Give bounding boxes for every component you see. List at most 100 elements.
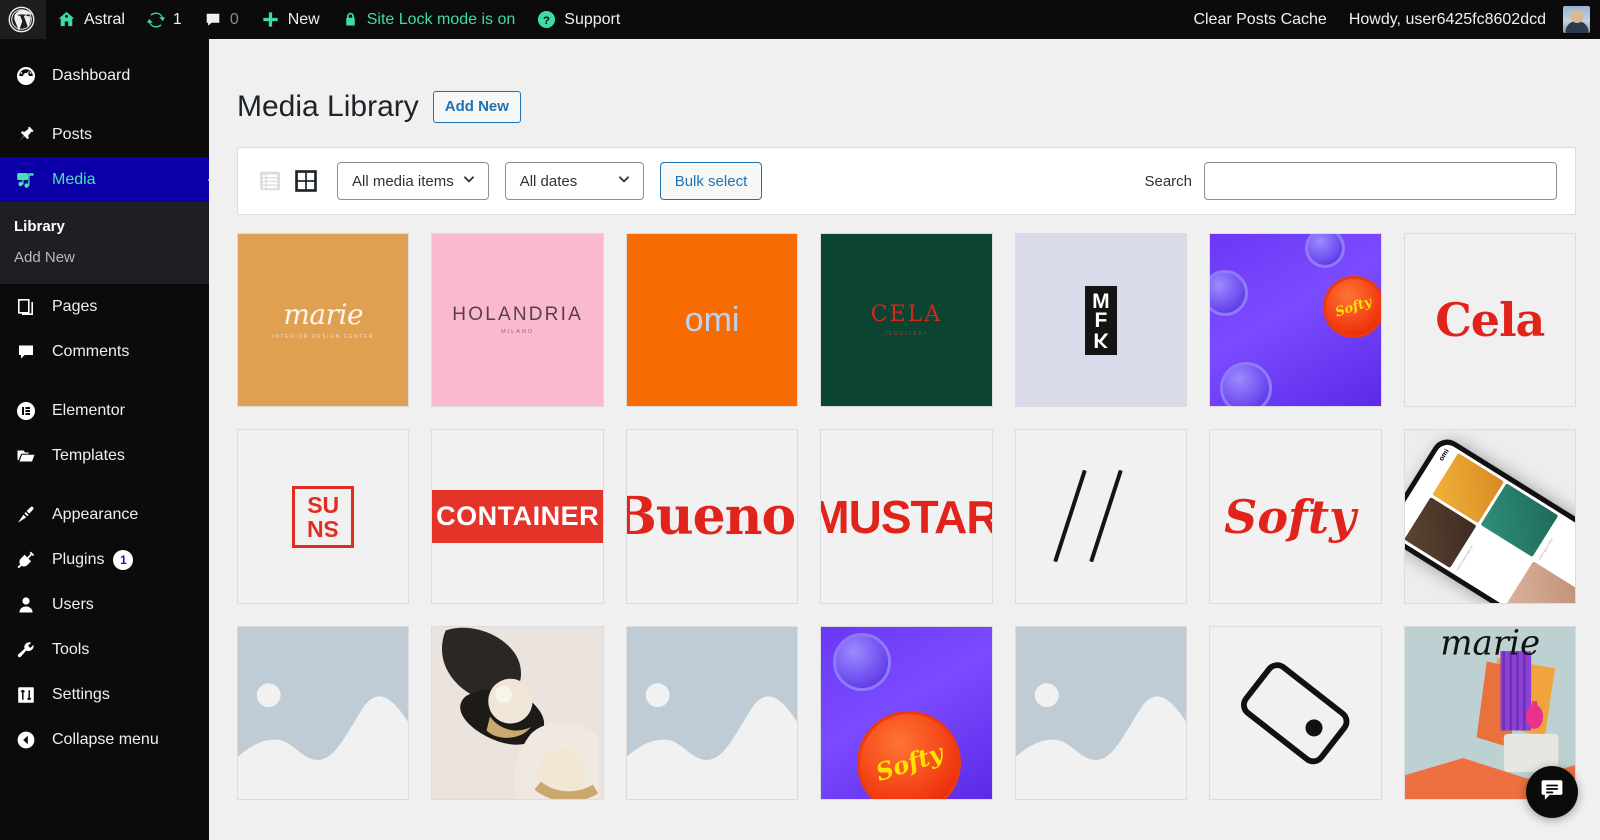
image-placeholder-icon [238, 626, 409, 798]
chevron-down-icon [617, 172, 631, 190]
sidebar-item-dashboard[interactable]: Dashboard [0, 53, 209, 98]
brand-lockup: HOLANDRIA MILANO [452, 305, 583, 336]
search-input[interactable] [1204, 162, 1557, 200]
phone-screen: omi Lorem ipsum dolor sit Lorem ipsum do… [1404, 440, 1575, 603]
brand-lockup: omi [685, 303, 740, 337]
chat-widget-button[interactable] [1526, 766, 1578, 818]
sidebar-item-plugins[interactable]: Plugins 1 [0, 537, 209, 582]
media-item-marie-orange[interactable]: marie INTERIOR DESIGN CENTER [237, 233, 410, 408]
comments-button[interactable]: 0 [193, 0, 250, 39]
sidebar-item-collapse-menu[interactable]: Collapse menu [0, 717, 209, 762]
clear-posts-cache-button[interactable]: Clear Posts Cache [1182, 0, 1337, 39]
double-slash-mark [1016, 430, 1186, 602]
sidebar-item-appearance[interactable]: Appearance [0, 492, 209, 537]
suns-logo: SU SN [292, 485, 355, 548]
pages-icon [14, 295, 38, 319]
brand-lockup: Cela [1435, 293, 1545, 348]
date-filter-value: All dates [519, 172, 578, 190]
brand-subtitle: INTERIOR DESIGN CENTER [272, 333, 375, 340]
submenu-item-library[interactable]: Library [0, 211, 209, 242]
admin-bar: Astral 1 0 New Site Lock mode is on ? Su… [0, 0, 1600, 39]
sidebar-item-label: Appearance [52, 505, 139, 523]
sidebar-item-elementor[interactable]: Elementor [0, 388, 209, 433]
sidebar-item-label: Elementor [52, 401, 125, 419]
collapse-arrow-icon [14, 728, 38, 752]
media-item-phone-mockup[interactable]: omi Lorem ipsum dolor sit Lorem ipsum do… [1403, 429, 1576, 604]
media-item-tag-outline[interactable] [1209, 625, 1382, 801]
site-lock-label: Site Lock mode is on [366, 10, 516, 28]
site-name-button[interactable]: Astral [46, 0, 136, 39]
comment-bubble-icon [204, 11, 222, 29]
media-item-mustard[interactable]: MUSTARD [820, 429, 993, 604]
softy-mark: Softy [872, 738, 947, 788]
media-item-holandria[interactable]: HOLANDRIA MILANO [431, 233, 604, 408]
sidebar-item-templates[interactable]: Templates [0, 433, 209, 478]
brand-word: MUSTARD [821, 490, 991, 543]
media-item-omi[interactable]: omi [625, 233, 799, 408]
tag-outline-mark [1241, 662, 1350, 765]
admin-sidebar: Dashboard Posts Media Library Add New Pa… [0, 39, 209, 840]
sidebar-item-settings[interactable]: Settings [0, 672, 209, 717]
suns-top: SU [307, 491, 340, 518]
help-icon: ? [537, 10, 556, 29]
sidebar-item-label: Posts [52, 125, 93, 143]
brand-word: Cela [1435, 293, 1545, 348]
media-type-filter[interactable]: All media items [337, 162, 489, 200]
brand-lockup: marie INTERIOR DESIGN CENTER [272, 300, 375, 340]
plus-icon [261, 10, 280, 29]
sidebar-item-comments[interactable]: Comments [0, 329, 209, 374]
sidebar-item-posts[interactable]: Posts [0, 112, 209, 157]
media-item-bottle-cap-softy[interactable]: Softy [820, 625, 993, 801]
folder-icon [14, 444, 38, 468]
add-new-button[interactable]: Add New [432, 91, 521, 123]
avatar [1563, 6, 1590, 33]
sidebar-item-label: Collapse menu [52, 730, 159, 748]
list-view-icon[interactable] [256, 167, 284, 195]
wordpress-logo-button[interactable] [0, 0, 46, 39]
sidebar-item-label: Tools [52, 640, 90, 658]
media-item-placeholder-2[interactable] [625, 625, 799, 801]
media-item-pearls[interactable] [431, 625, 604, 801]
support-button[interactable]: ? Support [526, 0, 631, 39]
updates-icon [146, 11, 165, 29]
submenu-item-add-new[interactable]: Add New [0, 242, 209, 273]
media-item-suns[interactable]: SU SN [237, 429, 410, 604]
page-header: Media Library Add New [209, 39, 1600, 125]
paintbrush-icon [14, 503, 38, 527]
image-placeholder-icon [626, 626, 798, 798]
media-item-cela-green[interactable]: CELA JEWELLERY [820, 233, 993, 408]
media-item-cela-red[interactable]: Cela [1403, 233, 1576, 408]
bulk-select-button[interactable]: Bulk select [659, 162, 763, 200]
media-item-placeholder-3[interactable] [1014, 625, 1188, 801]
date-filter[interactable]: All dates [504, 162, 644, 200]
comments-count: 0 [229, 10, 239, 28]
mfk-logo: M F K [1085, 285, 1117, 355]
media-item-container[interactable]: CONTAINER [431, 429, 604, 604]
sidebar-item-tools[interactable]: Tools [0, 627, 209, 672]
wrench-icon [14, 638, 38, 662]
media-item-slashes[interactable] [1014, 429, 1188, 604]
media-item-bottle-caps-purple[interactable]: Softy [1209, 233, 1382, 408]
softy-mark: Softy [1333, 294, 1374, 320]
sidebar-item-pages[interactable]: Pages [0, 284, 209, 329]
media-item-bueno[interactable]: Bueno [625, 429, 799, 604]
sidebar-item-users[interactable]: Users [0, 582, 209, 627]
sidebar-item-label: Pages [52, 297, 98, 315]
media-item-placeholder-1[interactable] [237, 625, 410, 801]
image-placeholder-icon [1015, 626, 1187, 798]
my-account-button[interactable]: Howdy, user6425fc8602dcd [1338, 0, 1600, 39]
media-item-softy[interactable]: Softy [1209, 429, 1382, 604]
sidebar-item-label: Settings [52, 685, 110, 703]
grid-view-icon[interactable] [292, 167, 320, 195]
mfk-letter-k: K [1093, 328, 1109, 352]
updates-button[interactable]: 1 [136, 0, 193, 39]
sidebar-item-media[interactable]: Media [0, 157, 209, 202]
chevron-down-icon [462, 172, 476, 190]
updates-count: 1 [172, 10, 182, 28]
site-lock-button[interactable]: Site Lock mode is on [331, 0, 527, 39]
new-content-button[interactable]: New [250, 0, 331, 39]
media-item-mfk[interactable]: M F K [1014, 233, 1188, 408]
bottle-cap-blue-3 [1220, 362, 1273, 407]
admin-bar-right: Clear Posts Cache Howdy, user6425fc8602d… [1182, 0, 1600, 39]
elementor-icon [14, 399, 38, 423]
